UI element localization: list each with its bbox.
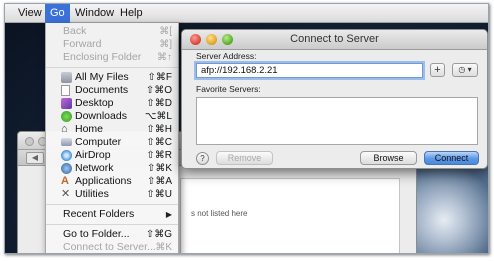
desktop-icon xyxy=(61,98,72,109)
menu-window[interactable]: Window xyxy=(70,4,119,23)
add-favorite-button[interactable]: + xyxy=(430,63,445,77)
menu-item-shortcut: ⇧⌘A xyxy=(146,176,172,187)
menu-item-shortcut: ⌥⌘L xyxy=(144,111,172,122)
menu-item-shortcut: ⇧⌘F xyxy=(147,72,173,83)
finder-hint-text: s not listed here xyxy=(191,209,248,218)
utilities-icon: ✕ xyxy=(61,188,71,200)
remove-button[interactable]: Remove xyxy=(216,151,273,165)
server-address-label: Server Address: xyxy=(196,51,257,61)
menu-item-label: Go to Folder... xyxy=(63,228,130,240)
documents-icon xyxy=(61,85,70,96)
go-menu: Back ⌘[ Forward ⌘] Enclosing Folder ⌘↑ A… xyxy=(45,23,179,253)
menu-item-downloads[interactable]: Downloads ⌥⌘L xyxy=(46,110,178,123)
menu-item-label: Recent Folders xyxy=(63,208,135,220)
menu-item-shortcut: ⇧⌘O xyxy=(145,85,172,96)
menu-item-network[interactable]: Network ⇧⌘K xyxy=(46,162,178,175)
menu-item-shortcut: ⌘[ xyxy=(159,26,172,37)
menu-item-desktop[interactable]: Desktop ⇧⌘D xyxy=(46,97,178,110)
menu-item-utilities[interactable]: ✕ Utilities ⇧⌘U xyxy=(46,188,178,201)
menu-item-label: Computer xyxy=(75,136,122,148)
menu-item-label: Utilities xyxy=(75,188,109,200)
menu-item-label: Connect to Server... xyxy=(63,241,156,253)
browse-button[interactable]: Browse xyxy=(360,151,417,165)
menu-item-label: Forward xyxy=(63,38,102,50)
menu-item-connect-to-server[interactable]: Connect to Server... ⌘K xyxy=(46,241,178,253)
menu-go[interactable]: Go xyxy=(45,4,70,23)
dialog-title: Connect to Server xyxy=(290,33,379,45)
menu-item-enclosing-folder[interactable]: Enclosing Folder ⌘↑ xyxy=(46,51,178,64)
help-button[interactable]: ? xyxy=(196,152,209,165)
finder-content-pane: s not listed here xyxy=(180,178,400,253)
network-icon xyxy=(61,163,72,174)
menu-separator xyxy=(46,204,178,205)
menu-item-home[interactable]: ⌂ Home ⇧⌘H xyxy=(46,123,178,136)
menu-item-label: Desktop xyxy=(75,97,114,109)
menu-item-label: All My Files xyxy=(75,71,129,83)
menu-item-go-to-folder[interactable]: Go to Folder... ⇧⌘G xyxy=(46,228,178,241)
menu-item-documents[interactable]: Documents ⇧⌘O xyxy=(46,84,178,97)
computer-icon xyxy=(61,138,72,146)
menu-view[interactable]: View xyxy=(13,4,47,23)
connect-button[interactable]: Connect xyxy=(424,151,479,165)
menu-item-shortcut: ⌘↑ xyxy=(157,52,172,63)
close-icon[interactable] xyxy=(25,137,34,146)
back-button[interactable]: ◀ xyxy=(26,152,44,164)
menu-item-shortcut: ⇧⌘H xyxy=(146,124,172,135)
downloads-icon xyxy=(61,111,72,122)
menu-item-shortcut: ⇧⌘G xyxy=(145,229,172,240)
menu-item-label: Network xyxy=(75,162,114,174)
favorite-servers-list[interactable] xyxy=(196,97,478,145)
menu-item-label: Documents xyxy=(75,84,129,96)
menu-item-shortcut: ⇧⌘C xyxy=(146,137,172,148)
menu-item-shortcut: ⇧⌘R xyxy=(146,150,172,161)
airdrop-icon xyxy=(61,150,72,161)
all-my-files-icon xyxy=(61,72,72,83)
server-address-input[interactable] xyxy=(196,63,423,78)
recent-servers-button[interactable]: ◷ ▾ xyxy=(452,63,478,77)
menu-item-label: Back xyxy=(63,25,87,37)
menu-item-forward[interactable]: Forward ⌘] xyxy=(46,38,178,51)
connect-to-server-dialog: Connect to Server Server Address: + ◷ ▾ … xyxy=(181,29,488,169)
menu-item-applications[interactable]: A Applications ⇧⌘A xyxy=(46,175,178,188)
submenu-arrow-icon: ▶ xyxy=(165,210,172,219)
menu-item-shortcut: ⇧⌘K xyxy=(146,163,172,174)
desktop: ◀ s not listed here View Go Window Help … xyxy=(4,3,489,254)
menu-item-recent-folders[interactable]: Recent Folders ▶ xyxy=(46,208,178,221)
menu-item-back[interactable]: Back ⌘[ xyxy=(46,25,178,38)
menubar: View Go Window Help xyxy=(5,4,488,23)
menu-item-label: Home xyxy=(75,123,104,135)
menu-item-shortcut: ⇧⌘D xyxy=(146,98,172,109)
menu-item-all-my-files[interactable]: All My Files ⇧⌘F xyxy=(46,71,178,84)
menu-item-label: Downloads xyxy=(75,110,127,122)
menu-separator xyxy=(46,67,178,68)
menu-item-airdrop[interactable]: AirDrop ⇧⌘R xyxy=(46,149,178,162)
menu-item-computer[interactable]: Computer ⇧⌘C xyxy=(46,136,178,149)
menu-item-label: AirDrop xyxy=(75,149,111,161)
menu-item-shortcut: ⌘] xyxy=(159,39,172,50)
dialog-titlebar: Connect to Server xyxy=(182,30,487,50)
menu-item-shortcut: ⌘K xyxy=(155,242,172,253)
home-icon: ⌂ xyxy=(61,123,68,135)
menu-item-label: Enclosing Folder xyxy=(63,51,142,63)
applications-icon: A xyxy=(61,175,69,187)
favorite-servers-label: Favorite Servers: xyxy=(196,84,261,94)
menu-item-shortcut: ⇧⌘U xyxy=(146,189,172,200)
menu-item-label: Applications xyxy=(75,175,132,187)
menu-help[interactable]: Help xyxy=(115,4,148,23)
menu-separator xyxy=(46,224,178,225)
